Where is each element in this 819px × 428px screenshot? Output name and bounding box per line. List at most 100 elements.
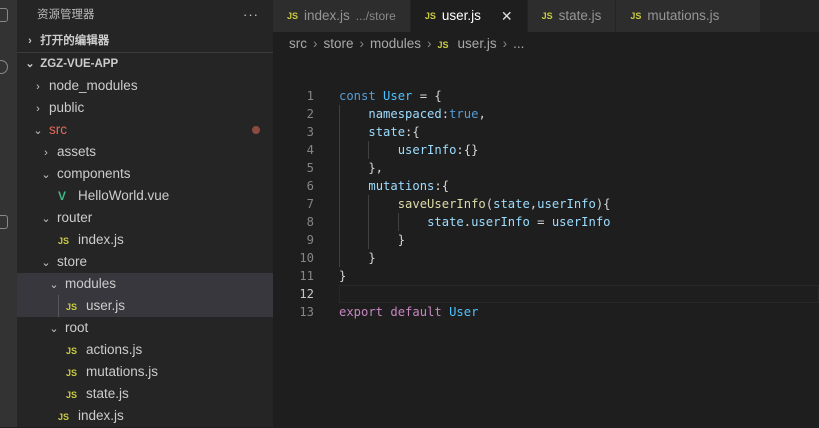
chevron-right-icon: › [36, 81, 40, 93]
tree-item-helloworld-vue[interactable]: V HelloWorld.vue [17, 185, 273, 207]
vue-file-icon: V [58, 189, 67, 203]
tree-item-label: assets [57, 144, 97, 159]
tab-label: mutations.js [647, 8, 720, 23]
tree-item-actions-js[interactable]: JS actions.js [17, 339, 273, 361]
line-number: 3 [306, 125, 314, 139]
breadcrumb: src › store › modules › JS user.js ›... [273, 32, 819, 56]
open-editors-section[interactable]: › 打开的编辑器 [17, 30, 273, 52]
code-text: const User = { [339, 87, 442, 105]
line-number: 7 [306, 197, 314, 211]
line-number: 12 [299, 287, 314, 301]
tree-item-public[interactable]: › public [17, 97, 273, 119]
code-line: 11} [273, 267, 819, 285]
chevron-right-icon: › [28, 35, 32, 47]
code-token: state [427, 215, 464, 229]
code-text: } [339, 267, 346, 285]
code-line: 2 namespaced:true, [273, 105, 819, 123]
editor: JS index.js .../store JS user.js ✕ JS state.js J… [273, 0, 819, 427]
code-token: true [449, 107, 479, 121]
debug-icon[interactable]: › [0, 165, 8, 179]
breadcrumb-item[interactable]: ... [513, 36, 524, 51]
code-token: const [339, 89, 384, 103]
tree-item-label: public [49, 100, 85, 115]
code-line: 6 mutations:{ [273, 177, 819, 195]
code-token: userInfo [551, 215, 611, 229]
code-token: ){ [595, 197, 611, 211]
code-line: 5 }, [273, 159, 819, 177]
code-line: 12 [273, 285, 819, 303]
code-token: namespaced [368, 107, 442, 121]
tree-item-label: actions.js [86, 342, 143, 357]
chevron-right-icon: › [44, 147, 48, 159]
more-actions-icon[interactable]: ··· [243, 0, 259, 30]
tree-item-modules[interactable]: ⌄ modules [17, 273, 273, 295]
explorer-icon[interactable] [0, 8, 8, 22]
search-icon[interactable] [0, 60, 8, 74]
tree-item-label: mutations.js [86, 364, 159, 379]
code-area[interactable]: 1 const User = {2 namespaced:true, 3 state… [273, 87, 819, 321]
code-token: } [339, 251, 376, 265]
tab-label: index.js [304, 8, 350, 23]
code-token: export default [339, 305, 450, 319]
tree-item-store[interactable]: ⌄ store [17, 251, 273, 273]
tree-item-node_modules[interactable]: › node_modules [17, 75, 273, 97]
extensions-icon[interactable] [0, 215, 8, 229]
js-file-icon: JS [58, 412, 70, 422]
tree-item-state-js[interactable]: JS state.js [17, 383, 273, 405]
code-token: state [368, 125, 406, 139]
open-editors-label: 打开的编辑器 [40, 35, 110, 47]
tree-item-label: index.js [78, 232, 124, 247]
file-tree: › node_modules › public ⌄ src › assets ⌄ componen… [17, 75, 273, 427]
chevron-right-icon: › [36, 103, 40, 115]
tab-state-js[interactable]: JS state.js [527, 0, 617, 32]
tree-item-assets[interactable]: › assets [17, 141, 273, 163]
chevron-down-icon: ⌄ [41, 213, 51, 225]
tree-item-src[interactable]: ⌄ src [17, 119, 273, 141]
tab-index-js[interactable]: JS index.js .../store [273, 0, 411, 32]
tree-item-index-js[interactable]: JS index.js [17, 229, 273, 251]
code-line: 9 } [273, 231, 819, 249]
breadcrumb-item[interactable]: store [324, 36, 354, 51]
tab-mutations-js[interactable]: JS mutations.js [616, 0, 762, 32]
line-number: 2 [306, 107, 314, 121]
explorer-sidebar: 资源管理器 ··· › 打开的编辑器 ⌄ ZGZ-VUE-APP › node_mo… [17, 0, 273, 427]
tree-item-mutations-js[interactable]: JS mutations.js [17, 361, 273, 383]
explorer-title: 资源管理器 ··· [17, 0, 273, 30]
js-file-icon: JS [66, 346, 78, 356]
code-token: ( [485, 197, 494, 211]
breadcrumb-item[interactable]: user.js [458, 36, 497, 51]
tree-item-label: user.js [86, 298, 126, 313]
close-icon[interactable]: ✕ [501, 0, 513, 32]
code-line: 10 } [273, 249, 819, 267]
tree-item-router[interactable]: ⌄ router [17, 207, 273, 229]
js-file-icon: JS [287, 11, 299, 21]
code-text: userInfo:{} [339, 141, 479, 159]
project-section[interactable]: ⌄ ZGZ-VUE-APP [17, 53, 273, 75]
tree-item-index-js[interactable]: JS index.js [17, 405, 273, 427]
code-token: userInfo [397, 143, 457, 157]
breadcrumb-item[interactable]: src [289, 36, 307, 51]
current-line-highlight [339, 285, 819, 303]
chevron-down-icon: ⌄ [33, 125, 43, 137]
code-text: state.userInfo = userInfo [339, 213, 611, 231]
code-token: :{ [405, 125, 420, 139]
code-token: :{} [456, 143, 479, 157]
code-line: 4 userInfo:{} [273, 141, 819, 159]
js-file-icon: JS [424, 11, 436, 21]
code-text: mutations:{ [339, 177, 449, 195]
tree-item-user-js[interactable]: JS user.js [17, 295, 273, 317]
tree-item-label: src [49, 122, 67, 137]
code-text: export default User [339, 303, 478, 321]
code-token: = { [412, 89, 442, 103]
tab-user-js[interactable]: JS user.js ✕ [410, 0, 528, 32]
chevron-right-icon: › [313, 36, 318, 51]
code-token: saveUserInfo [397, 197, 486, 211]
tab-label: state.js [558, 8, 602, 23]
tree-item-components[interactable]: ⌄ components [17, 163, 273, 185]
tree-item-root[interactable]: ⌄ root [17, 317, 273, 339]
chevron-down-icon: ⌄ [41, 257, 51, 269]
breadcrumb-item[interactable]: modules [370, 36, 421, 51]
